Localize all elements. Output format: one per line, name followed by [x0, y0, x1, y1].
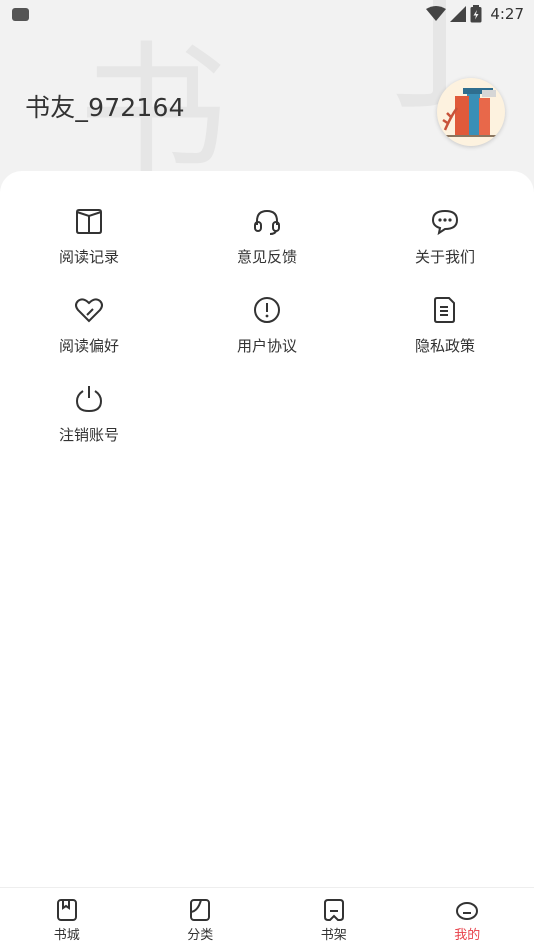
menu-item-about-us[interactable]: 关于我们: [385, 206, 505, 286]
username: 书友_972164: [25, 93, 185, 122]
avatar[interactable]: [437, 78, 505, 146]
battery-icon: [470, 5, 482, 23]
tab-category[interactable]: 分类: [134, 888, 268, 950]
wifi-icon: [426, 6, 447, 21]
bookshelf-icon: [323, 899, 344, 921]
tab-profile[interactable]: 我的: [401, 888, 534, 950]
menu-item-label: 阅读偏好: [58, 337, 119, 355]
signal-icon: [450, 6, 467, 22]
menu-item-label: 注销账号: [58, 426, 119, 444]
tab-label: 我的: [454, 928, 481, 943]
menu-item-label: 关于我们: [414, 248, 475, 266]
book-open-icon: [76, 209, 102, 234]
headset-icon: [254, 209, 280, 235]
menu-item-label: 阅读记录: [58, 248, 119, 266]
power-icon: [75, 386, 103, 413]
menu-item-reading-history[interactable]: 阅读记录: [29, 206, 149, 286]
alert-circle-icon: [254, 297, 280, 323]
profile-icon: [456, 902, 479, 920]
chat-bubble-icon: [431, 209, 459, 236]
tab-label: 分类: [187, 928, 214, 943]
tab-label: 书城: [53, 928, 80, 943]
status-time: 4:27: [490, 5, 524, 23]
menu-item-feedback[interactable]: 意见反馈: [207, 206, 327, 286]
status-bar: 4:27: [0, 0, 534, 28]
menu-item-reading-preferences[interactable]: 阅读偏好: [29, 295, 149, 375]
menu-item-privacy-policy[interactable]: 隐私政策: [385, 295, 505, 375]
menu-item-label: 隐私政策: [414, 337, 475, 355]
document-icon: [434, 297, 455, 323]
menu-item-label: 意见反馈: [236, 248, 297, 266]
category-icon: [190, 899, 211, 921]
menu-item-delete-account[interactable]: 注销账号: [29, 384, 149, 464]
bottom-tab-bar: 书城 分类 书架 我的: [0, 887, 534, 950]
heart-icon: [75, 298, 103, 323]
tab-bookstore[interactable]: 书城: [0, 888, 134, 950]
tab-label: 书架: [320, 928, 347, 943]
avatar-books-icon: [441, 88, 497, 137]
menu-card: 阅读记录 意见反馈 关于我们 阅读偏好 用户协议 隐私政策 注销账号: [0, 171, 534, 887]
bookstore-icon: [56, 899, 77, 921]
menu-item-user-agreement[interactable]: 用户协议: [207, 295, 327, 375]
menu-item-label: 用户协议: [236, 337, 297, 355]
tab-bookshelf[interactable]: 书架: [267, 888, 401, 950]
notification-icon: [12, 7, 29, 21]
